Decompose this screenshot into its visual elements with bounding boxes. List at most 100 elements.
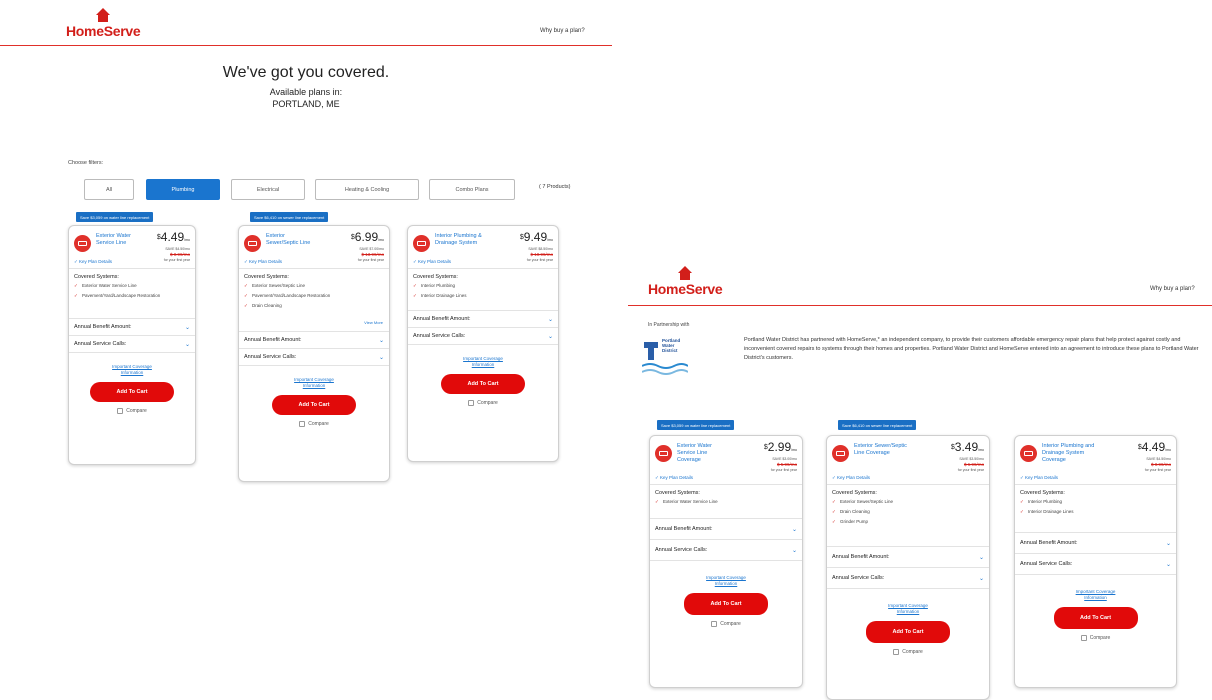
check-icon: ✓	[655, 499, 659, 504]
add-to-cart-button[interactable]: Add To Cart	[90, 382, 174, 402]
plumbing-icon	[413, 235, 430, 252]
plan-title[interactable]: Interior Plumbing & Drainage System	[435, 233, 493, 247]
card-header: Interior Plumbing & Drainage System $9.4…	[408, 226, 558, 268]
plan-card: Exterior Water Service Line Coverage $2.…	[649, 435, 803, 688]
partner-label: In Partnership with	[648, 322, 690, 328]
covered-item-label: Drain Cleaning	[252, 303, 282, 308]
benefit-accordion[interactable]: Annual Benefit Amount: ⌄	[1015, 532, 1176, 553]
service-accordion[interactable]: Annual Service Calls: ⌄	[650, 539, 802, 560]
chevron-down-icon: ⌄	[1165, 540, 1171, 547]
add-to-cart-button[interactable]: Add To Cart	[1053, 607, 1138, 629]
price-period: /mo	[1165, 448, 1171, 452]
price-block: $6.99/mo SAVE $7.00/mo $ 13.99/mo for yo…	[334, 231, 384, 263]
homeserve-logo[interactable]: HomeServe	[66, 8, 141, 39]
benefit-accordion[interactable]: Annual Benefit Amount: ⌄	[827, 546, 989, 567]
covered-item-label: Exterior Water Service Line	[82, 283, 137, 288]
benefit-accordion[interactable]: Annual Benefit Amount: ⌄	[69, 318, 195, 335]
checkbox-icon	[468, 400, 475, 406]
coverage-info-link[interactable]: Important Coverage Information	[102, 364, 162, 376]
view-more-link[interactable]: View More	[364, 320, 383, 325]
card-header: Exterior Water Service Line Coverage $2.…	[650, 436, 802, 484]
covered-item: ✓ Pavement/Yard/Landscape Restoration	[244, 293, 384, 299]
house-icon	[96, 8, 111, 15]
key-plan-details-link[interactable]: ✓ Key Plan Details	[244, 259, 282, 265]
compare-label: Compare	[1089, 635, 1111, 641]
key-plan-details-link[interactable]: ✓ Key Plan Details	[413, 259, 451, 265]
key-plan-details-link[interactable]: ✓ Key Plan Details	[655, 475, 693, 481]
compare-checkbox[interactable]: Compare	[408, 400, 558, 406]
coverage-info-link[interactable]: Important Coverage Information	[284, 377, 344, 389]
add-to-cart-button[interactable]: Add To Cart	[441, 374, 525, 394]
partner-logo-text: Portland Water District	[662, 338, 680, 353]
plan-title[interactable]: Exterior Water Service Line	[96, 233, 140, 247]
coverage-info-link[interactable]: Important Coverage Information	[1066, 589, 1126, 601]
price: $4.49/mo	[1137, 440, 1171, 454]
key-plan-details-label: Key Plan Details	[79, 259, 113, 264]
compare-checkbox[interactable]: Compare	[69, 408, 195, 414]
price: $6.99/mo	[350, 230, 384, 244]
filter-electrical[interactable]: Electrical	[231, 179, 305, 200]
add-to-cart-button[interactable]: Add To Cart	[272, 395, 356, 415]
add-to-cart-button[interactable]: Add To Cart	[684, 593, 768, 615]
benefit-accordion[interactable]: Annual Benefit Amount: ⌄	[239, 331, 389, 348]
water-line-icon	[655, 445, 672, 462]
covered-item-label: Interior Plumbing	[1028, 499, 1063, 504]
check-icon: ✓	[413, 283, 417, 288]
homeserve-logo[interactable]: HomeServe	[648, 266, 723, 297]
check-icon: ✓	[74, 283, 78, 288]
filter-combo-plans[interactable]: Combo Plans	[429, 179, 515, 200]
benefit-accordion[interactable]: Annual Benefit Amount: ⌄	[650, 518, 802, 539]
covered-systems: Covered Systems: ✓ Exterior Water Service…	[69, 268, 195, 318]
filter-plumbing[interactable]: Plumbing	[146, 179, 220, 200]
plans-page-partner: HomeServe Why buy a plan? In Partnership…	[628, 258, 1212, 700]
price-period: /mo	[378, 238, 384, 242]
covered-item-label: Grinder Pump	[840, 519, 869, 524]
why-buy-link[interactable]: Why buy a plan?	[1150, 286, 1195, 292]
plan-title[interactable]: Interior Plumbing and Drainage System Co…	[1042, 443, 1104, 464]
coverage-info-link[interactable]: Important Coverage Information	[878, 603, 938, 615]
card-actions: Important Coverage Information Add To Ca…	[408, 344, 558, 406]
add-to-cart-button[interactable]: Add To Cart	[866, 621, 950, 643]
filter-all[interactable]: All	[84, 179, 134, 200]
covered-item-label: Interior Plumbing	[421, 283, 456, 288]
price-period: /mo	[547, 238, 553, 242]
service-label: Annual Service Calls:	[413, 333, 466, 339]
savings-tag: Save $3,059 on water line replacement	[657, 420, 735, 430]
coverage-info-link[interactable]: Important Coverage Information	[453, 356, 513, 368]
key-plan-details-link[interactable]: ✓ Key Plan Details	[74, 259, 112, 265]
price-period: /mo	[791, 448, 797, 452]
compare-checkbox[interactable]: Compare	[650, 621, 802, 627]
service-accordion[interactable]: Annual Service Calls: ⌄	[1015, 553, 1176, 574]
service-accordion[interactable]: Annual Service Calls: ⌄	[408, 327, 558, 344]
service-label: Annual Service Calls:	[1020, 561, 1073, 567]
plan-title[interactable]: Exterior Water Service Line Coverage	[677, 443, 723, 464]
key-plan-details-label: Key Plan Details	[249, 259, 283, 264]
covered-item: ✓ Exterior Sewer/Septic Line	[832, 499, 984, 505]
plan-title[interactable]: Exterior Sewer/Septic Line Coverage	[854, 443, 908, 457]
checkbox-icon	[1080, 635, 1087, 641]
plan-title[interactable]: Exterior Sewer/Septic Line	[266, 233, 318, 247]
price-value: 4.49	[160, 230, 185, 244]
service-label: Annual Service Calls:	[74, 341, 127, 347]
covered-item-label: Pavement/Yard/Landscape Restoration	[252, 293, 331, 298]
why-buy-link[interactable]: Why buy a plan?	[540, 28, 585, 34]
covered-item: ✓ Interior Drainage Lines	[413, 293, 553, 299]
covered-item: ✓ Interior Drainage Lines	[1020, 509, 1171, 515]
key-plan-details-link[interactable]: ✓ Key Plan Details	[1020, 475, 1058, 481]
service-accordion[interactable]: Annual Service Calls: ⌄	[69, 335, 195, 352]
covered-item: ✓ Interior Plumbing	[413, 283, 553, 289]
service-accordion[interactable]: Annual Service Calls: ⌄	[239, 348, 389, 365]
compare-checkbox[interactable]: Compare	[239, 421, 389, 427]
service-label: Annual Service Calls:	[244, 354, 297, 360]
plan-card: Exterior Sewer/Septic Line Coverage $3.4…	[826, 435, 990, 700]
compare-checkbox[interactable]: Compare	[827, 649, 989, 655]
key-plan-details-link[interactable]: ✓ Key Plan Details	[832, 475, 870, 481]
card-actions: Important Coverage Information Add To Ca…	[827, 588, 989, 655]
check-icon: ✓	[1020, 499, 1024, 504]
compare-checkbox[interactable]: Compare	[1015, 635, 1176, 641]
benefit-accordion[interactable]: Annual Benefit Amount: ⌄	[408, 310, 558, 327]
filter-heating-cooling[interactable]: Heating & Cooling	[315, 179, 419, 200]
sewer-line-icon	[832, 445, 849, 462]
coverage-info-link[interactable]: Important Coverage Information	[696, 575, 756, 587]
service-accordion[interactable]: Annual Service Calls: ⌄	[827, 567, 989, 588]
